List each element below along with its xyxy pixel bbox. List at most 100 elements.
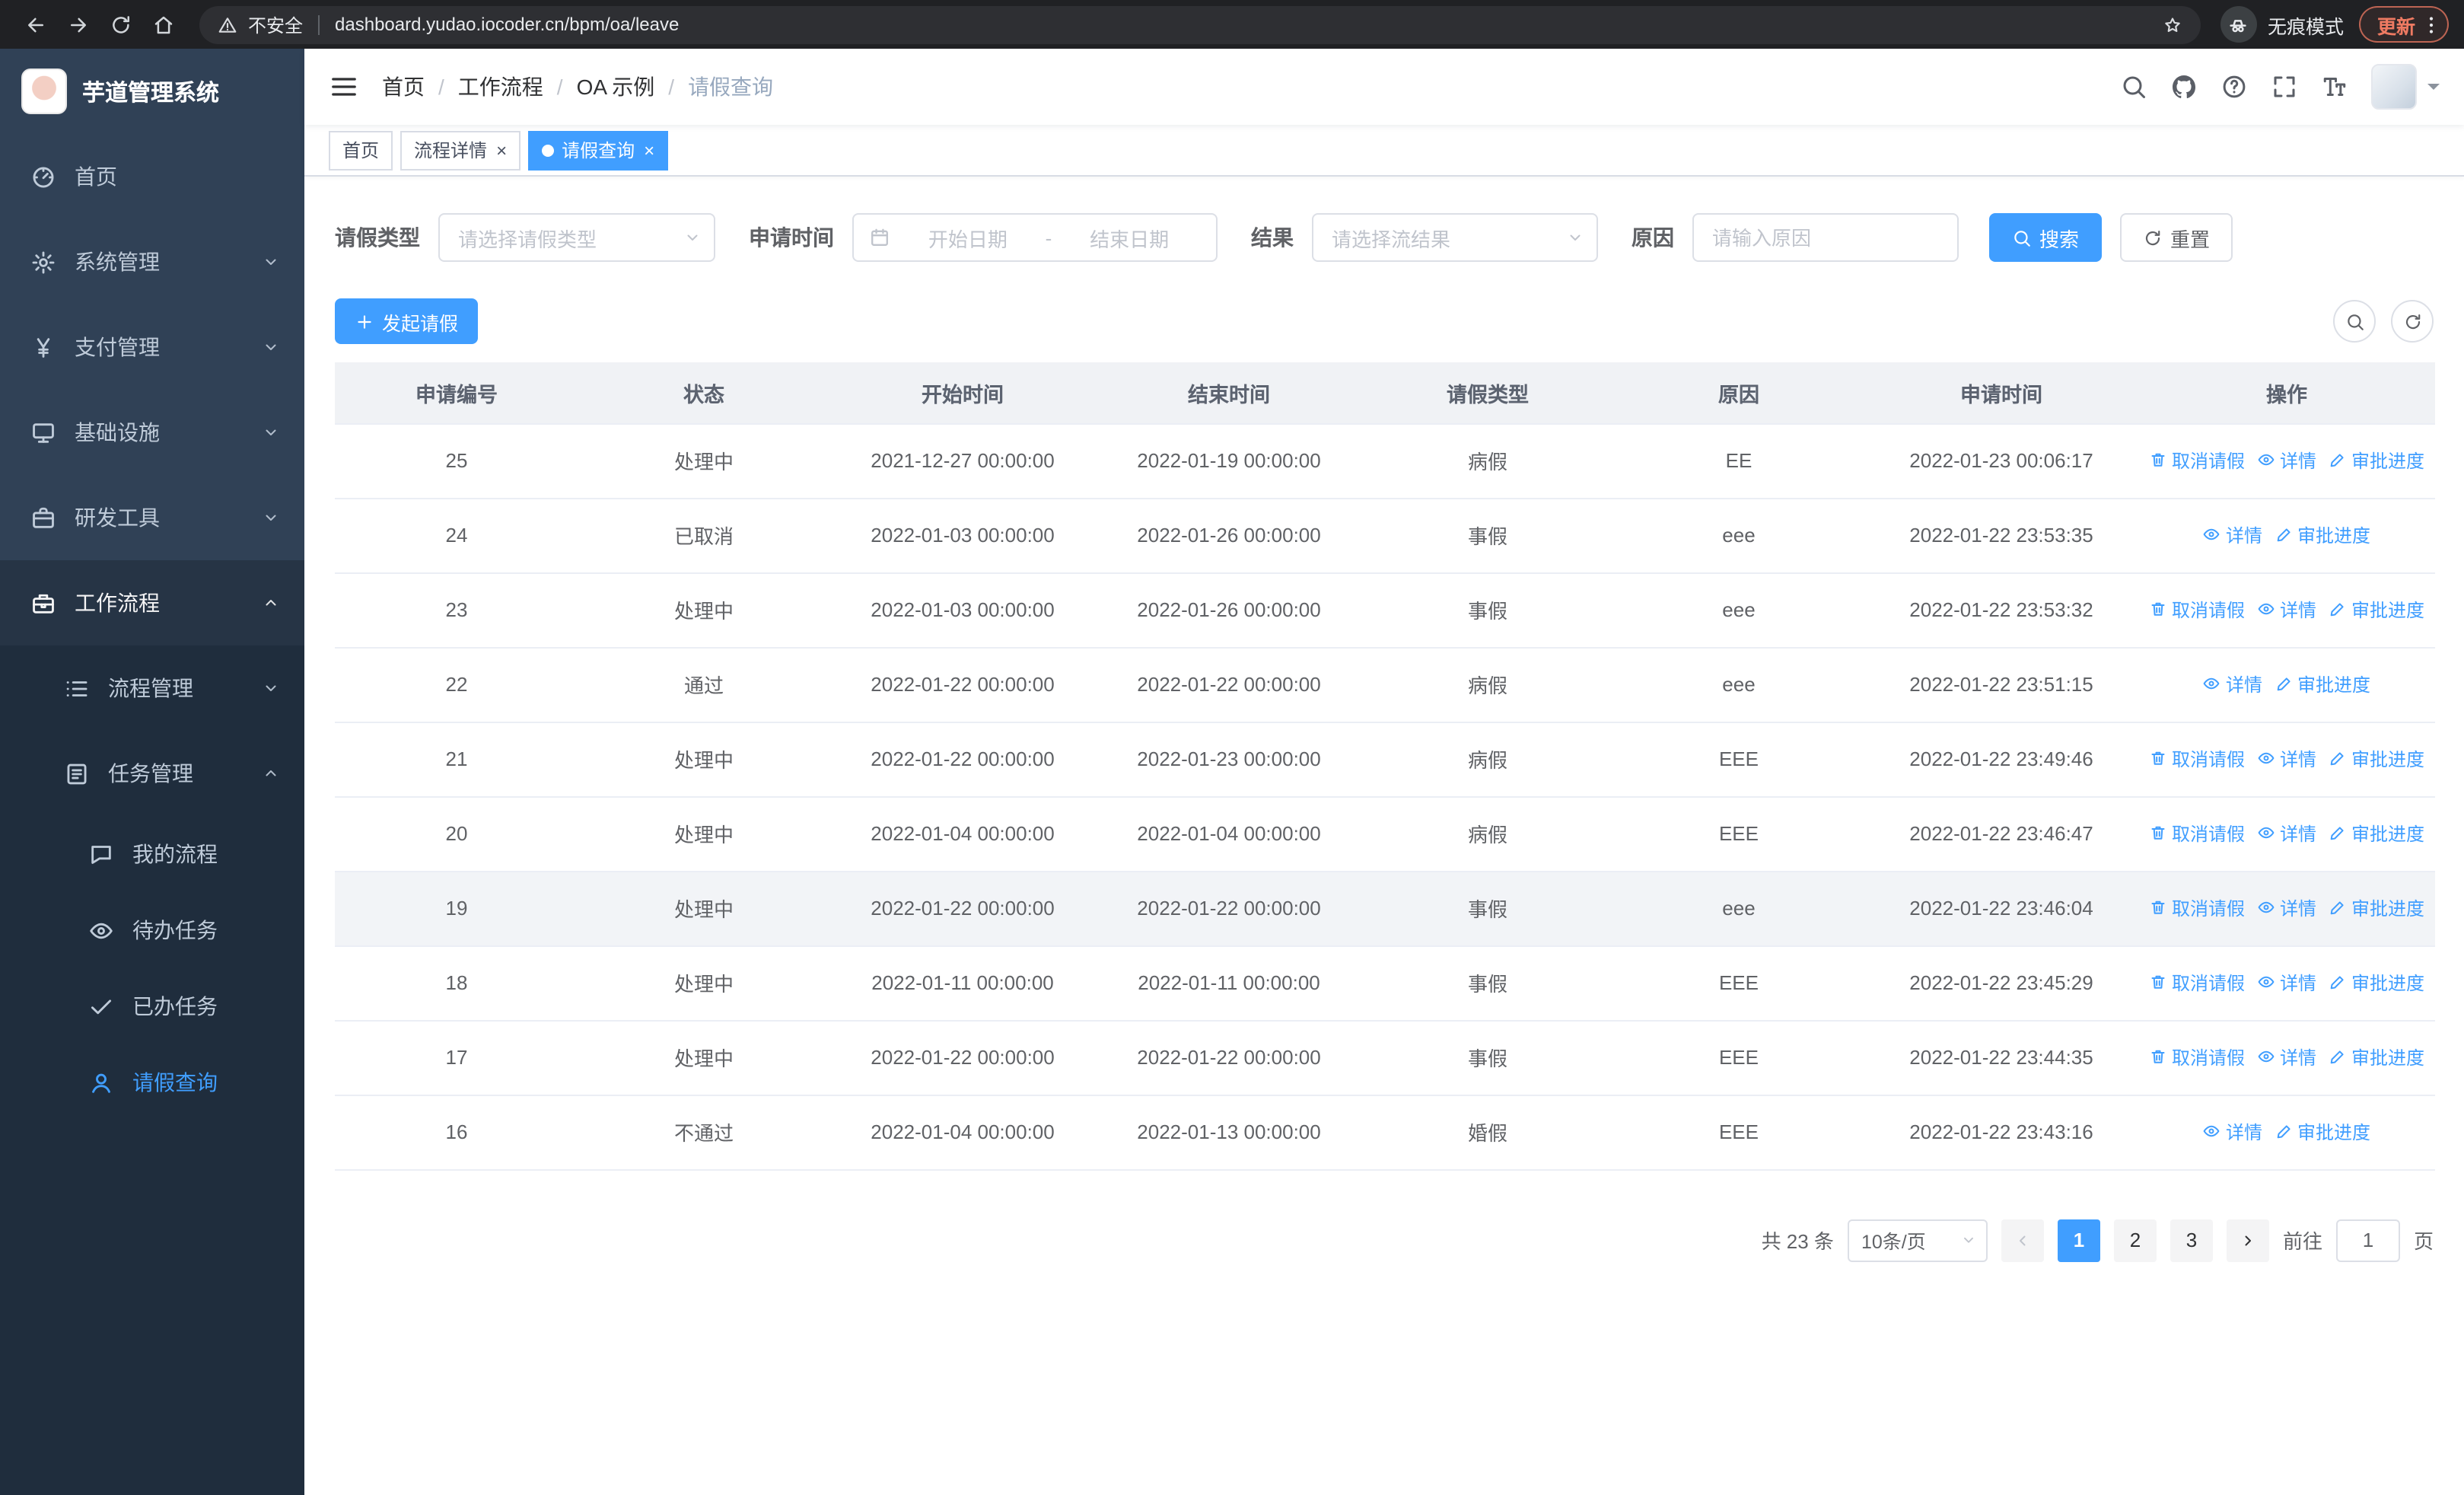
progress-action-link[interactable]: 审批进度 <box>2329 597 2424 623</box>
cell-type: 病假 <box>1362 423 1613 499</box>
sidebar-toggle-icon[interactable] <box>329 72 359 102</box>
cancel-action-link[interactable]: 取消请假 <box>2149 895 2245 921</box>
page-button-2[interactable]: 2 <box>2113 1219 2157 1261</box>
detail-action-link[interactable]: 详情 <box>2203 522 2262 548</box>
page-size-select[interactable]: 10条/页 <box>1847 1219 1988 1261</box>
cell-id: 18 <box>335 945 578 1021</box>
create-leave-button[interactable]: 发起请假 <box>335 298 479 344</box>
cell-status: 处理中 <box>578 945 829 1021</box>
cancel-action-link[interactable]: 取消请假 <box>2149 448 2245 473</box>
menu-dots-icon[interactable] <box>2420 13 2443 36</box>
cancel-action-link[interactable]: 取消请假 <box>2149 1044 2245 1070</box>
progress-action-link[interactable]: 审批进度 <box>2275 522 2370 548</box>
tab-首页[interactable]: 首页 <box>329 130 393 170</box>
result-select[interactable]: 请选择流结果 <box>1312 213 1598 262</box>
browser-back-icon[interactable] <box>15 5 55 44</box>
cancel-action-link[interactable]: 取消请假 <box>2149 746 2245 772</box>
cancel-action-link[interactable]: 取消请假 <box>2149 597 2245 623</box>
tab-请假查询[interactable]: 请假查询 × <box>528 130 669 170</box>
cell-id: 20 <box>335 796 578 872</box>
sidebar-item-devtools[interactable]: 研发工具 <box>0 475 304 560</box>
leave-table: 申请编号 状态 开始时间 结束时间 请假类型 原因 申请时间 操作 25 处理中 2… <box>335 362 2435 1170</box>
progress-action-link[interactable]: 审批进度 <box>2329 895 2424 921</box>
col-status: 状态 <box>578 362 829 424</box>
sidebar-item-task-mgmt[interactable]: 任务管理 <box>0 731 304 816</box>
reset-button[interactable]: 重置 <box>2120 213 2233 262</box>
tab-label: 首页 <box>342 140 380 161</box>
progress-action-link[interactable]: 审批进度 <box>2275 1119 2370 1145</box>
cell-type: 事假 <box>1362 945 1613 1021</box>
detail-action-link[interactable]: 详情 <box>2257 1044 2316 1070</box>
eye-icon <box>2257 899 2275 917</box>
search-icon[interactable] <box>2120 73 2147 100</box>
chevron-right-icon <box>2239 1231 2257 1249</box>
next-page-button[interactable] <box>2226 1219 2269 1261</box>
progress-action-link[interactable]: 审批进度 <box>2329 821 2424 846</box>
search-button[interactable]: 搜索 <box>1989 213 2103 262</box>
update-button[interactable]: 更新 <box>2358 6 2449 43</box>
page-button-1[interactable]: 1 <box>2057 1219 2100 1261</box>
reason-input[interactable] <box>1692 213 1959 262</box>
apply-time-label: 申请时间 <box>749 225 834 250</box>
cancel-action-link[interactable]: 取消请假 <box>2149 821 2245 846</box>
close-tab-icon[interactable]: × <box>644 141 654 159</box>
detail-action-link[interactable]: 详情 <box>2257 746 2316 772</box>
progress-action-link[interactable]: 审批进度 <box>2275 671 2370 697</box>
user-menu[interactable] <box>2371 64 2440 110</box>
toggle-search-button[interactable] <box>2333 300 2376 343</box>
sidebar-item-infrastructure[interactable]: 基础设施 <box>0 390 304 475</box>
browser-home-icon[interactable] <box>143 5 183 44</box>
browser-reload-icon[interactable] <box>100 5 140 44</box>
detail-action-link[interactable]: 详情 <box>2257 895 2316 921</box>
sidebar-item-process-mgmt[interactable]: 流程管理 <box>0 645 304 731</box>
progress-action-link[interactable]: 审批进度 <box>2329 746 2424 772</box>
browser-forward-icon[interactable] <box>58 5 97 44</box>
detail-action-link[interactable]: 详情 <box>2257 821 2316 846</box>
sidebar-item-workflow[interactable]: 工作流程 <box>0 560 304 645</box>
breadcrumb-item[interactable]: 工作流程 <box>458 72 543 102</box>
sidebar-item-my-process[interactable]: 我的流程 <box>0 816 304 892</box>
detail-action-link[interactable]: 详情 <box>2257 448 2316 473</box>
detail-action-link[interactable]: 详情 <box>2257 970 2316 996</box>
end-date-placeholder[interactable]: 结束日期 <box>1058 223 1201 252</box>
leave-type-select[interactable]: 请选择请假类型 <box>438 213 715 262</box>
sidebar-item-label: 研发工具 <box>75 505 160 530</box>
start-date-placeholder[interactable]: 开始日期 <box>896 223 1039 252</box>
progress-action-link[interactable]: 审批进度 <box>2329 970 2424 996</box>
tools-icon <box>30 505 56 531</box>
prev-page-button[interactable] <box>2001 1219 2044 1261</box>
sidebar-item-system[interactable]: 系统管理 <box>0 219 304 304</box>
refresh-table-button[interactable] <box>2391 300 2434 343</box>
font-size-icon[interactable] <box>2321 73 2348 100</box>
detail-action-link[interactable]: 详情 <box>2203 671 2262 697</box>
url-bar[interactable]: 不安全 dashboard.yudao.iocoder.cn/bpm/oa/le… <box>199 5 2201 43</box>
app-logo[interactable]: 芋道管理系统 <box>0 49 304 134</box>
sidebar-item-home[interactable]: 首页 <box>0 134 304 219</box>
edit-icon <box>2275 1123 2293 1141</box>
cell-status: 处理中 <box>578 572 829 648</box>
cell-applied: 2022-01-22 23:49:46 <box>1864 722 2138 797</box>
progress-action-link[interactable]: 审批进度 <box>2329 448 2424 473</box>
goto-page-input[interactable] <box>2335 1219 2400 1261</box>
sidebar-item-todo-tasks[interactable]: 待办任务 <box>0 892 304 968</box>
breadcrumb-item[interactable]: 首页 <box>382 72 425 102</box>
page-button-3[interactable]: 3 <box>2170 1219 2213 1261</box>
detail-action-link[interactable]: 详情 <box>2257 597 2316 623</box>
detail-action-link[interactable]: 详情 <box>2203 1119 2262 1145</box>
sidebar-item-payment[interactable]: 支付管理 <box>0 304 304 390</box>
progress-action-link[interactable]: 审批进度 <box>2329 1044 2424 1070</box>
date-range-input[interactable]: 开始日期 - 结束日期 <box>852 213 1218 262</box>
fullscreen-icon[interactable] <box>2271 73 2298 100</box>
help-icon[interactable] <box>2220 73 2248 100</box>
bookmark-star-icon[interactable] <box>2163 14 2182 34</box>
table-header-row: 申请编号 状态 开始时间 结束时间 请假类型 原因 申请时间 操作 <box>335 362 2435 424</box>
sidebar-item-done-tasks[interactable]: 已办任务 <box>0 968 304 1044</box>
result-label: 结果 <box>1251 225 1294 250</box>
breadcrumb-item[interactable]: OA 示例 <box>577 72 655 102</box>
sidebar-item-leave-query[interactable]: 请假查询 <box>0 1044 304 1120</box>
cancel-action-link[interactable]: 取消请假 <box>2149 970 2245 996</box>
tab-流程详情[interactable]: 流程详情 × <box>400 130 521 170</box>
toolbar: 发起请假 <box>335 298 2434 344</box>
github-icon[interactable] <box>2170 73 2198 100</box>
close-tab-icon[interactable]: × <box>496 141 507 159</box>
